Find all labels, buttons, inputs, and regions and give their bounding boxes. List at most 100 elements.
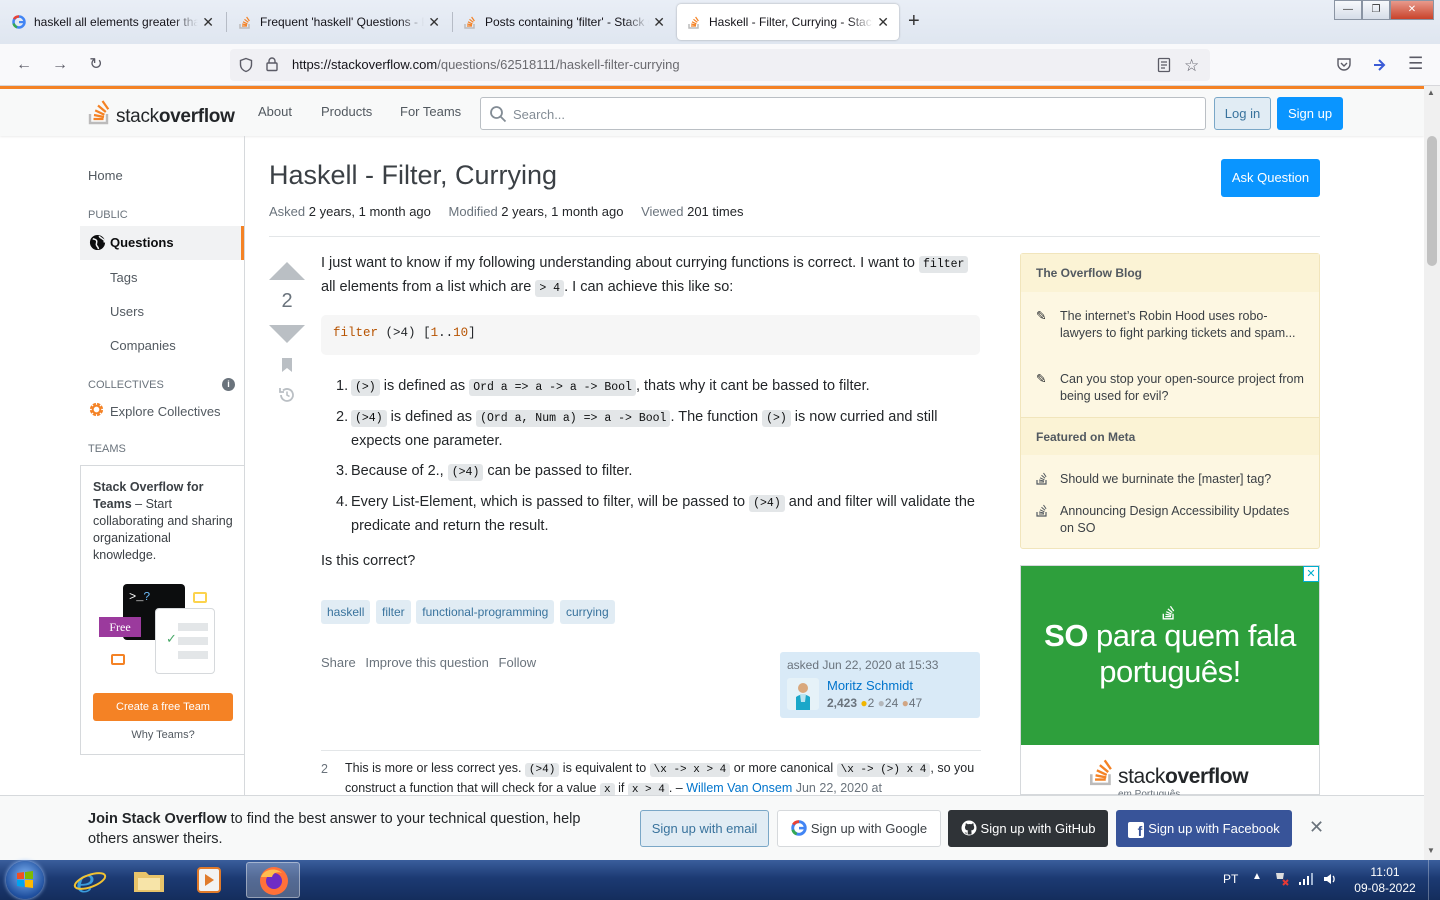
shield-icon[interactable] [238, 57, 254, 76]
improve-question-link[interactable]: Improve this question [365, 655, 489, 670]
search-input[interactable]: Search... [480, 97, 1206, 130]
asked-value[interactable]: 2 years, 1 month ago [309, 204, 431, 219]
forward-icon[interactable]: → [48, 53, 72, 77]
browser-navigation-bar: ← → ↻ https://stackoverflow.com/question… [0, 44, 1440, 86]
stackoverflow-logo[interactable]: stackoverflow [88, 97, 235, 128]
tab-close-icon[interactable]: ✕ [428, 14, 440, 31]
tag-haskell[interactable]: haskell [321, 600, 371, 624]
tab-close-icon[interactable]: ✕ [202, 14, 214, 31]
why-teams-link[interactable]: Why Teams? [81, 729, 245, 741]
menu-hamburger-icon[interactable]: ☰ [1408, 54, 1423, 74]
list-number: 3. [336, 463, 349, 479]
list-text: is defined as [386, 409, 477, 425]
windows-start-icon[interactable] [6, 861, 44, 899]
blog-item[interactable]: ✎ The internet’s Robin Hood uses robo-law… [1036, 308, 1306, 342]
comment-time[interactable]: Jun 22, 2020 at [796, 781, 882, 795]
meta-item[interactable]: Announcing Design Accessibility Updates … [1036, 503, 1306, 537]
signup-button[interactable]: Sign up [1277, 97, 1343, 130]
downvote-arrow-icon[interactable] [269, 325, 305, 343]
extension-icon[interactable] [1371, 56, 1389, 77]
new-tab-button[interactable]: + [908, 10, 920, 33]
sidebar-item-home[interactable]: Home [88, 168, 123, 183]
media-player-icon[interactable] [182, 862, 236, 898]
internet-explorer-icon[interactable]: e [64, 862, 118, 900]
info-icon[interactable]: i [222, 378, 235, 391]
show-desktop-button[interactable] [1428, 860, 1440, 900]
asked-timestamp[interactable]: asked Jun 22, 2020 at 15:33 [787, 658, 938, 672]
sidebar-item-tags[interactable]: Tags [110, 270, 137, 285]
pocket-icon[interactable] [1336, 56, 1352, 75]
question-body: I just want to know if my following unde… [321, 252, 981, 300]
tab-posts-filter[interactable]: Posts containing 'filter' - Stack O ✕ [453, 4, 675, 40]
follow-link[interactable]: Follow [499, 655, 537, 670]
create-free-team-button[interactable]: Create a free Team [93, 693, 233, 721]
action-center-icon[interactable] [1274, 871, 1290, 890]
modified-value[interactable]: 2 years, 1 month ago [501, 204, 623, 219]
sidebar-item-questions[interactable]: Questions [80, 226, 244, 260]
code-token: [ [423, 326, 431, 340]
maximize-window-button[interactable]: ❐ [1362, 0, 1390, 20]
page-title[interactable]: Haskell - Filter, Currying [269, 160, 557, 191]
advertisement[interactable]: SO para quem fala português! ✕ stackover… [1020, 565, 1320, 800]
back-icon[interactable]: ← [12, 53, 36, 77]
history-icon[interactable] [278, 386, 305, 407]
page-scrollbar[interactable]: ▲ ▼ [1424, 86, 1440, 860]
taskbar-clock[interactable]: 11:01 09-08-2022 [1352, 864, 1418, 896]
close-icon[interactable]: ✕ [1309, 817, 1324, 838]
firefox-icon[interactable] [246, 862, 300, 898]
close-window-button[interactable]: ✕ [1390, 0, 1434, 20]
code-token: .. [438, 326, 454, 340]
tab-haskell-filter-currying[interactable]: Haskell - Filter, Currying - Stack ✕ [677, 4, 899, 40]
sidebar-item-users[interactable]: Users [110, 304, 144, 319]
tag-filter[interactable]: filter [375, 600, 411, 624]
input-language-indicator[interactable]: PT [1223, 872, 1238, 886]
tab-frequent-haskell[interactable]: Frequent 'haskell' Questions - P ✕ [228, 4, 450, 40]
reader-view-icon[interactable] [1156, 57, 1172, 76]
tab-haskell-search[interactable]: haskell all elements greater than ✕ [2, 4, 224, 40]
ask-question-button[interactable]: Ask Question [1221, 159, 1320, 197]
nav-products[interactable]: Products [321, 104, 372, 119]
meta-item[interactable]: Should we burninate the [master] tag? [1036, 471, 1306, 490]
tab-close-icon[interactable]: ✕ [653, 14, 665, 31]
blog-item[interactable]: ✎ Can you stop your open-source project f… [1036, 371, 1306, 405]
avatar[interactable] [787, 678, 819, 710]
lock-icon[interactable] [264, 56, 280, 75]
upvote-arrow-icon[interactable] [269, 262, 305, 280]
button-label: Sign up with Google [810, 821, 928, 836]
minimize-window-button[interactable]: — [1334, 0, 1362, 20]
scrollbar-thumb[interactable] [1427, 136, 1437, 266]
tag-functional-programming[interactable]: functional-programming [416, 600, 555, 624]
stackoverflow-logo-icon [88, 97, 112, 128]
file-explorer-icon[interactable] [122, 862, 176, 898]
signup-github-button[interactable]: Sign up with GitHub [948, 810, 1108, 847]
scroll-up-icon[interactable]: ▲ [1427, 88, 1435, 97]
tag-currying[interactable]: currying [559, 600, 615, 624]
signup-email-button[interactable]: Sign up with email [640, 810, 769, 847]
tab-title: Haskell - Filter, Currying - Stack [709, 15, 874, 29]
scroll-down-icon[interactable]: ▼ [1427, 846, 1435, 855]
nav-for-teams[interactable]: For Teams [400, 104, 461, 119]
network-icon[interactable] [1298, 871, 1314, 890]
signup-google-button[interactable]: Sign up with Google [777, 810, 941, 847]
comment-user[interactable]: Willem Van Onsem [686, 781, 792, 795]
show-hidden-icons-icon[interactable]: ▲ [1252, 871, 1262, 882]
signup-facebook-button[interactable]: f Sign up with Facebook [1116, 810, 1292, 847]
address-bar[interactable]: https://stackoverflow.com/questions/6251… [230, 49, 1210, 81]
logo-wordmark-light: stack [116, 106, 159, 127]
stackexchange-icon [1036, 471, 1060, 490]
question-list: 1. (>) is defined as Ord a => a -> a -> B… [321, 375, 981, 545]
sidebar-item-explore-collectives[interactable]: Explore Collectives [88, 401, 221, 421]
login-button[interactable]: Log in [1214, 97, 1271, 130]
sidebar-item-companies[interactable]: Companies [110, 338, 176, 353]
reload-icon[interactable]: ↻ [84, 53, 108, 77]
nav-about[interactable]: About [258, 104, 292, 119]
share-link[interactable]: Share [321, 655, 356, 670]
ad-slogan-rest: para quem fala português! [1087, 618, 1296, 689]
volume-icon[interactable] [1322, 871, 1338, 890]
author-name[interactable]: Moritz Schmidt [827, 678, 913, 693]
ad-close-icon[interactable]: ✕ [1303, 566, 1319, 582]
chat-bubble-icon [111, 654, 125, 665]
bookmark-star-icon[interactable]: ☆ [1184, 56, 1199, 76]
bookmark-icon[interactable] [281, 357, 305, 376]
tab-close-icon[interactable]: ✕ [877, 14, 889, 31]
